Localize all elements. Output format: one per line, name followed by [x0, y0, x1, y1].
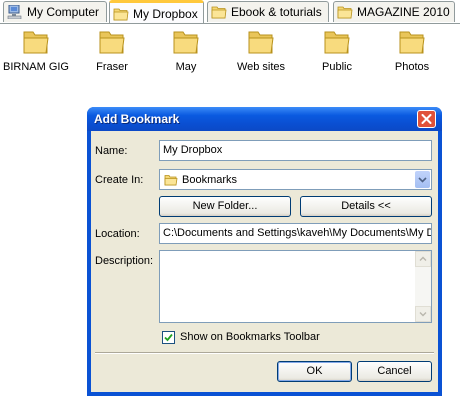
- tab-my-dropbox[interactable]: My Dropbox: [109, 0, 204, 24]
- chevron-down-icon: [418, 177, 427, 183]
- folder-icon: [337, 6, 353, 19]
- folder-label: May: [175, 61, 197, 73]
- folder-item[interactable]: May: [151, 28, 221, 73]
- new-folder-button[interactable]: New Folder...: [159, 196, 291, 217]
- folder-icon: [324, 31, 350, 54]
- close-button[interactable]: [417, 110, 436, 128]
- create-in-dropdown[interactable]: Bookmarks: [159, 169, 432, 190]
- folder-icon: [164, 175, 178, 186]
- cancel-button[interactable]: Cancel: [357, 361, 432, 382]
- folder-icon: [99, 31, 125, 54]
- folder-label: Web sites: [236, 61, 286, 73]
- dropdown-button[interactable]: [415, 171, 430, 188]
- folder-item[interactable]: Fraser: [77, 28, 147, 73]
- location-label: Location:: [95, 228, 140, 240]
- folder-icon: [113, 8, 129, 20]
- folder-icon: [211, 6, 227, 19]
- computer-icon: [7, 5, 22, 19]
- scroll-down-button[interactable]: [415, 306, 431, 322]
- separator: [95, 352, 434, 354]
- folder-item[interactable]: BIRNAM GIG: [1, 28, 71, 73]
- folder-icon: [399, 31, 425, 54]
- create-in-label: Create In:: [95, 174, 144, 186]
- chevron-down-icon: [419, 312, 427, 317]
- dialog-titlebar[interactable]: Add Bookmark: [87, 107, 442, 131]
- name-label: Name:: [95, 145, 128, 157]
- show-on-toolbar-checkbox[interactable]: [162, 331, 175, 344]
- tab-my-computer[interactable]: My Computer: [3, 1, 107, 22]
- folder-icon: [23, 31, 49, 54]
- add-bookmark-dialog: Add Bookmark Name: My Dropbox Create In:…: [87, 107, 442, 396]
- tab-label: My Dropbox: [133, 6, 198, 21]
- name-field[interactable]: My Dropbox: [159, 140, 432, 161]
- tab-ebook-toturials[interactable]: Ebook & toturials: [207, 1, 329, 22]
- show-on-toolbar-label[interactable]: Show on Bookmarks Toolbar: [180, 331, 320, 343]
- folder-label: Public: [322, 61, 352, 73]
- folder-label: BIRNAM GIG: [2, 61, 69, 73]
- ok-button[interactable]: OK: [277, 361, 352, 382]
- chevron-up-icon: [419, 256, 427, 261]
- folder-icon: [248, 31, 274, 54]
- scroll-up-button[interactable]: [415, 251, 431, 267]
- tab-label: Ebook & toturials: [231, 5, 322, 19]
- folder-item[interactable]: Web sites: [226, 28, 296, 73]
- tab-label: MAGAZINE 2010: [357, 5, 450, 19]
- folder-item[interactable]: Photos: [377, 28, 447, 73]
- tab-strip: My Computer My Dropbox Ebook & toturials…: [0, 0, 460, 24]
- close-icon: [421, 114, 432, 124]
- checkmark-icon: [164, 333, 173, 342]
- tab-label: My Computer: [27, 5, 100, 19]
- dialog-title: Add Bookmark: [94, 112, 180, 126]
- folder-label: Photos: [394, 61, 430, 73]
- tab-magazine-2010[interactable]: MAGAZINE 2010: [333, 1, 455, 22]
- create-in-value: Bookmarks: [182, 174, 238, 186]
- tab-divider: [0, 23, 460, 24]
- location-field[interactable]: C:\Documents and Settings\kaveh\My Docum…: [159, 223, 432, 244]
- description-field[interactable]: [159, 250, 432, 323]
- folder-icon: [173, 31, 199, 54]
- description-label: Description:: [95, 255, 154, 267]
- scrollbar[interactable]: [415, 251, 431, 322]
- folder-item[interactable]: Public: [302, 28, 372, 73]
- dialog-body: Name: My Dropbox Create In: Bookmarks Ne…: [91, 131, 438, 392]
- folder-label: Fraser: [96, 61, 128, 73]
- details-button[interactable]: Details <<: [300, 196, 432, 217]
